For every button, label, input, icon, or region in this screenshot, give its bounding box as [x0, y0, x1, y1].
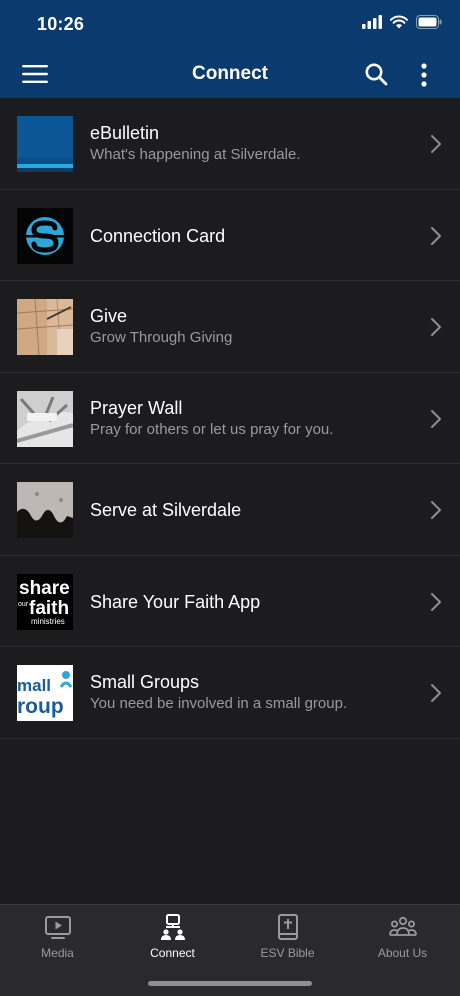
list-item-prayer-wall[interactable]: Prayer Wall Pray for others or let us pr…: [0, 373, 460, 464]
tab-connect[interactable]: Connect: [115, 913, 230, 973]
people-icon: [388, 916, 417, 936]
connect-icon: [160, 914, 185, 940]
logo-text-share: share: [19, 578, 70, 599]
list-item-subtitle: You need be involved in a small group.: [90, 695, 348, 712]
list-item-subtitle: Grow Through Giving: [90, 329, 233, 346]
tab-label: About Us: [377, 946, 428, 960]
list-item-title: eBulletin: [90, 123, 160, 143]
list-item-share-your-faith[interactable]: share our faith ministries Share Your Fa…: [0, 556, 460, 647]
give-thumbnail: [17, 299, 73, 355]
chevron-right-icon: [431, 501, 441, 519]
tab-esv-bible[interactable]: ESV Bible: [230, 913, 345, 973]
tab-label: Connect: [150, 946, 195, 960]
chevron-right-icon: [431, 318, 441, 336]
serve-thumbnail: [17, 482, 73, 538]
list-item-subtitle: Pray for others or let us pray for you.: [90, 420, 334, 438]
list-item-title: Share Your Faith App: [90, 591, 261, 612]
app-bar: Connect: [0, 50, 460, 98]
logo-text-roup: roup: [17, 695, 64, 718]
search-icon[interactable]: [364, 62, 388, 86]
battery-icon: [416, 15, 442, 29]
chevron-right-icon: [431, 409, 441, 428]
home-indicator: [148, 981, 312, 986]
tab-about-us[interactable]: About Us: [345, 913, 460, 973]
chevron-right-icon: [431, 135, 441, 153]
list-item-title: Prayer Wall: [90, 397, 183, 418]
tab-label: Media: [41, 946, 74, 960]
chevron-right-icon: [431, 684, 441, 702]
status-time: 10:26: [37, 14, 85, 34]
prayer-wall-thumbnail: [17, 390, 73, 447]
chevron-right-icon: [431, 226, 441, 245]
list-item-connection-card[interactable]: Connection Card: [0, 190, 460, 281]
connection-card-thumbnail: [17, 207, 73, 264]
list-item-subtitle: What's happening at Silverdale.: [90, 146, 301, 163]
logo-text-mall: mall: [17, 676, 51, 695]
list-item-give[interactable]: Give Grow Through Giving: [0, 281, 460, 373]
small-groups-logo: mall roup: [17, 665, 73, 721]
tab-media[interactable]: Media: [0, 913, 115, 973]
ebulletin-thumbnail: [17, 116, 73, 172]
more-options-icon[interactable]: [414, 62, 434, 88]
status-icons: [362, 15, 442, 29]
page-title: Connect: [192, 63, 268, 84]
wifi-icon: [390, 15, 408, 29]
list-item-title: Serve at Silverdale: [90, 500, 242, 520]
signal-icon: [362, 15, 382, 29]
list-item-title: Small Groups: [90, 672, 200, 692]
list-item-small-groups[interactable]: mall roup Small Groups You need be invol…: [0, 647, 460, 739]
status-bar: 10:26: [0, 0, 460, 50]
list-item-ebulletin[interactable]: eBulletin What's happening at Silverdale…: [0, 98, 460, 190]
bible-icon: [277, 914, 298, 940]
connect-list: eBulletin What's happening at Silverdale…: [0, 98, 460, 739]
list-item-title: Connection Card: [90, 225, 226, 246]
logo-text-faith: faith: [29, 598, 69, 619]
share-your-faith-logo: share our faith ministries: [17, 573, 73, 630]
play-icon: [44, 916, 71, 939]
list-item-serve[interactable]: Serve at Silverdale: [0, 464, 460, 556]
tab-label: ESV Bible: [260, 946, 315, 960]
list-item-title: Give: [90, 306, 128, 326]
logo-text-your: our: [18, 601, 29, 608]
chevron-right-icon: [431, 592, 441, 611]
logo-text-ministries: ministries: [31, 617, 65, 626]
